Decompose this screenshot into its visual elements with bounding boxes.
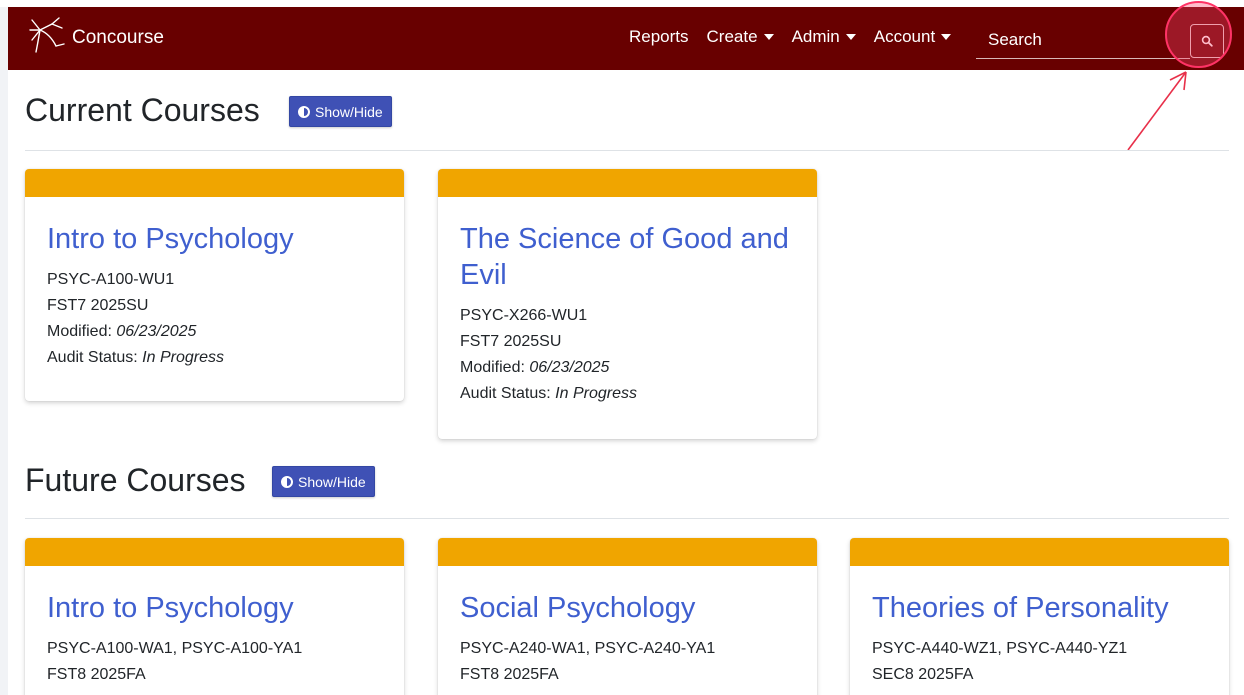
card-header (25, 538, 404, 566)
top-navbar: Concourse Reports Create Admin Account (8, 7, 1244, 70)
top-gap (0, 0, 1244, 7)
brand[interactable]: Concourse (26, 16, 164, 56)
card-header (438, 169, 817, 197)
modified-date: 06/23/2025 (529, 359, 610, 376)
course-code: PSYC-A100-WA1, PSYC-A100-YA1 (47, 640, 303, 657)
course-term: FST8 2025FA (460, 666, 559, 683)
audit-value: In Progress (555, 385, 637, 402)
nav-admin-dropdown[interactable]: Admin (792, 27, 856, 47)
card-body: Intro to Psychology PSYC-A100-WA1, PSYC-… (25, 566, 404, 695)
modified-label: Modified: (460, 359, 525, 376)
nav-create-label: Create (706, 27, 758, 46)
course-code: PSYC-A440-WZ1, PSYC-A440-YZ1 (872, 640, 1128, 657)
toggle-label: Show/Hide (298, 473, 366, 490)
section-divider (25, 150, 1229, 151)
search-field-wrap (976, 21, 1190, 59)
nav-create-dropdown[interactable]: Create (707, 27, 774, 47)
course-card[interactable]: Social Psychology PSYC-A240-WA1, PSYC-A2… (438, 538, 817, 695)
current-courses-heading: Current Courses (25, 92, 260, 128)
section-divider (25, 518, 1229, 519)
nav-links: Reports Create Admin Account (629, 27, 969, 47)
modified-date: 06/23/2025 (116, 323, 197, 340)
audit-value: In Progress (142, 349, 224, 366)
toggle-label: Show/Hide (315, 103, 383, 120)
course-modified: Modified: 06/23/2025 (47, 319, 382, 345)
future-courses-toggle-button[interactable]: Show/Hide (272, 466, 375, 497)
course-card[interactable]: Theories of Personality PSYC-A440-WZ1, P… (850, 538, 1229, 695)
course-term: FST7 2025SU (47, 297, 149, 314)
search-input[interactable] (976, 21, 1190, 58)
nav-reports-label: Reports (629, 27, 689, 46)
course-title-link[interactable]: Intro to Psychology (47, 590, 382, 626)
card-header (438, 538, 817, 566)
course-term: FST7 2025SU (460, 333, 562, 350)
course-card[interactable]: The Science of Good and Evil PSYC-X266-W… (438, 169, 817, 439)
nav-account-label: Account (873, 27, 936, 46)
search-icon (1201, 35, 1213, 47)
nav-account-dropdown[interactable]: Account (873, 27, 952, 47)
course-code: PSYC-A240-WA1, PSYC-A240-YA1 (460, 640, 716, 657)
arrow-annotation-icon (1127, 71, 1187, 151)
future-courses-heading: Future Courses (25, 462, 246, 498)
course-card[interactable]: Intro to Psychology PSYC-A100-WU1 FST7 2… (25, 169, 404, 401)
contrast-icon (298, 105, 310, 118)
modified-label: Modified: (47, 323, 112, 340)
card-body: The Science of Good and Evil PSYC-X266-W… (438, 197, 817, 425)
course-code: PSYC-X266-WU1 (460, 307, 588, 324)
brand-name: Concourse (72, 27, 164, 48)
course-title-link[interactable]: Intro to Psychology (47, 221, 382, 257)
course-modified: Modified: 06/23/2025 (460, 355, 795, 381)
audit-label: Audit Status: (460, 385, 551, 402)
contrast-icon (281, 475, 293, 488)
card-body: Social Psychology PSYC-A240-WA1, PSYC-A2… (438, 566, 817, 695)
course-term: SEC8 2025FA (872, 666, 974, 683)
course-term: FST8 2025FA (47, 666, 146, 683)
caret-down-icon (941, 33, 952, 40)
nav-reports[interactable]: Reports (629, 27, 689, 47)
search-button[interactable] (1190, 24, 1224, 58)
course-card[interactable]: Intro to Psychology PSYC-A100-WA1, PSYC-… (25, 538, 404, 695)
caret-down-icon (763, 33, 774, 40)
audit-label: Audit Status: (47, 349, 138, 366)
course-audit-status: Audit Status: In Progress (47, 345, 382, 371)
current-courses-toggle-button[interactable]: Show/Hide (289, 96, 392, 127)
card-body: Theories of Personality PSYC-A440-WZ1, P… (850, 566, 1229, 695)
card-body: Intro to Psychology PSYC-A100-WU1 FST7 2… (25, 197, 404, 389)
nav-admin-label: Admin (791, 27, 840, 46)
card-header (850, 538, 1229, 566)
concourse-logo-icon (26, 16, 66, 61)
course-audit-status: Audit Status: In Progress (460, 381, 795, 407)
course-code: PSYC-A100-WU1 (47, 271, 175, 288)
left-edge-strip (0, 0, 8, 695)
card-header (25, 169, 404, 197)
course-title-link[interactable]: Social Psychology (460, 590, 795, 626)
course-title-link[interactable]: Theories of Personality (872, 590, 1207, 626)
caret-down-icon (845, 33, 856, 40)
course-title-link[interactable]: The Science of Good and Evil (460, 221, 795, 293)
